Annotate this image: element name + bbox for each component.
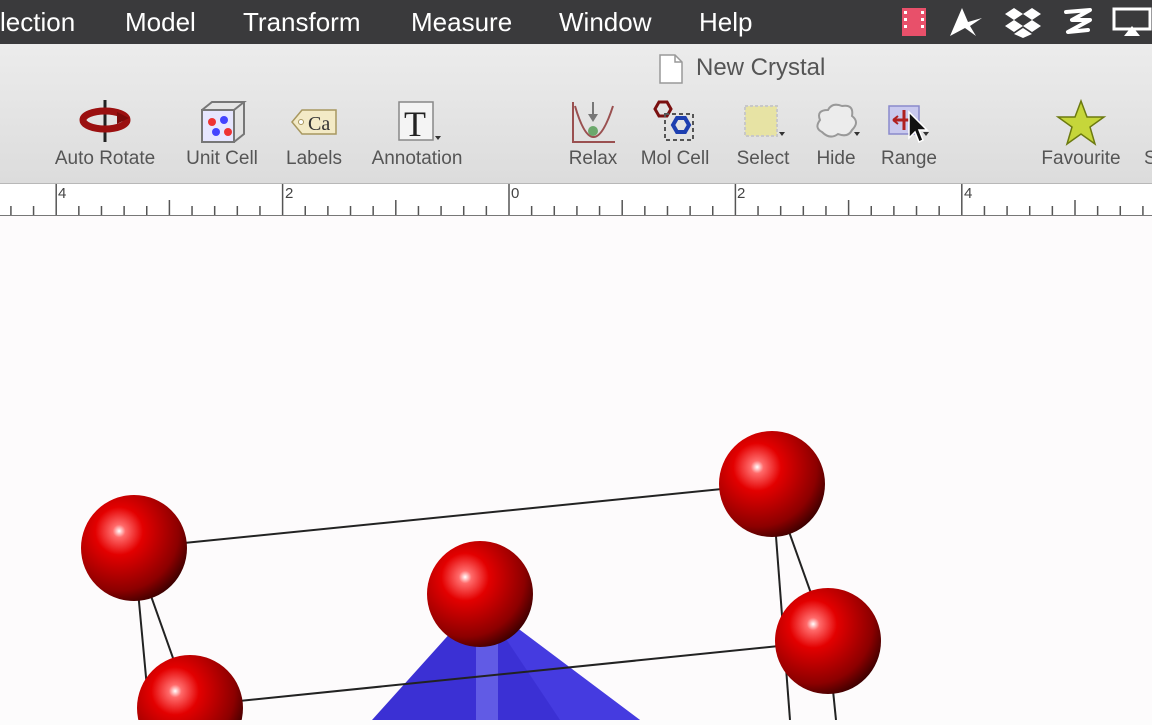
- labels-tag-icon: Ca: [291, 109, 337, 135]
- annotation-label: Annotation: [371, 148, 463, 169]
- atom[interactable]: [427, 541, 533, 647]
- menu-window[interactable]: Window: [559, 0, 651, 44]
- menu-model[interactable]: Model: [125, 0, 196, 44]
- ruler: 4 2 0 2 4: [0, 184, 1152, 217]
- menu-measure[interactable]: Measure: [411, 0, 512, 44]
- ruler-label: 2: [737, 185, 746, 202]
- relax-icon: [572, 102, 615, 143]
- crystal-structure[interactable]: [0, 216, 1152, 725]
- document-icon: [659, 54, 683, 84]
- crystal-view-canvas[interactable]: [0, 216, 1152, 725]
- favourite-button[interactable]: Favourite: [1021, 98, 1141, 178]
- ruler-label: 4: [964, 185, 973, 202]
- document-title: New Crystal: [696, 54, 826, 81]
- menu-help[interactable]: Help: [699, 0, 752, 44]
- favourite-label: Favourite: [1041, 148, 1121, 169]
- atom[interactable]: [775, 588, 881, 694]
- annotation-glyph: T: [404, 104, 426, 144]
- z-app-icon[interactable]: [1062, 6, 1094, 38]
- auto-rotate-icon: [79, 100, 131, 142]
- annotation-icon: T: [398, 101, 441, 144]
- send-icon[interactable]: [948, 6, 984, 38]
- atom[interactable]: [719, 431, 825, 537]
- atom[interactable]: [137, 655, 243, 725]
- range-button[interactable]: Range: [849, 98, 969, 178]
- dropbox-icon[interactable]: [1004, 6, 1042, 38]
- ruler-label: 2: [285, 185, 294, 202]
- range-icon: [888, 105, 929, 144]
- annotation-button[interactable]: T Annotation: [357, 98, 477, 178]
- menu-selection[interactable]: lection: [0, 0, 75, 44]
- star-icon: [1055, 98, 1107, 146]
- ruler-ticks: [10, 184, 1144, 215]
- airplay-icon[interactable]: [1112, 6, 1152, 38]
- ruler-label: 0: [511, 185, 520, 202]
- record-icon[interactable]: [898, 6, 930, 38]
- menu-transform[interactable]: Transform: [243, 0, 361, 44]
- range-label: Range: [881, 148, 937, 169]
- menu-bar: lection Model Transform Measure Window H…: [0, 0, 1152, 44]
- mol-cell-icon: [653, 100, 694, 141]
- atom[interactable]: [81, 495, 187, 601]
- ruler-label: 4: [58, 185, 67, 202]
- labels-tag-text: Ca: [308, 113, 330, 135]
- unit-cell-icon: [201, 101, 247, 143]
- overflow-tool-label[interactable]: S: [1144, 148, 1152, 170]
- bond: [476, 640, 498, 720]
